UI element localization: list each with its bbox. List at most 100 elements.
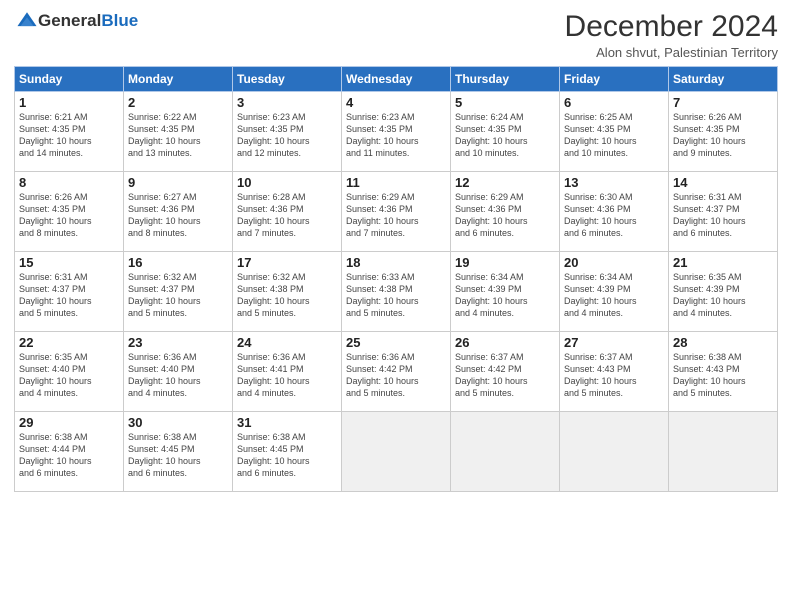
table-row: 20Sunrise: 6:34 AMSunset: 4:39 PMDayligh… [560, 252, 669, 332]
day-number: 25 [346, 335, 446, 350]
header-wednesday: Wednesday [342, 67, 451, 92]
table-row: 24Sunrise: 6:36 AMSunset: 4:41 PMDayligh… [233, 332, 342, 412]
table-row: 25Sunrise: 6:36 AMSunset: 4:42 PMDayligh… [342, 332, 451, 412]
day-info: Sunrise: 6:23 AMSunset: 4:35 PMDaylight:… [237, 111, 337, 160]
day-info: Sunrise: 6:24 AMSunset: 4:35 PMDaylight:… [455, 111, 555, 160]
table-row: 29Sunrise: 6:38 AMSunset: 4:44 PMDayligh… [15, 412, 124, 492]
day-info: Sunrise: 6:34 AMSunset: 4:39 PMDaylight:… [564, 271, 664, 320]
day-number: 30 [128, 415, 228, 430]
table-row: 21Sunrise: 6:35 AMSunset: 4:39 PMDayligh… [669, 252, 778, 332]
day-number: 5 [455, 95, 555, 110]
day-info: Sunrise: 6:35 AMSunset: 4:39 PMDaylight:… [673, 271, 773, 320]
table-row: 15Sunrise: 6:31 AMSunset: 4:37 PMDayligh… [15, 252, 124, 332]
day-number: 28 [673, 335, 773, 350]
table-row: 11Sunrise: 6:29 AMSunset: 4:36 PMDayligh… [342, 172, 451, 252]
day-info: Sunrise: 6:27 AMSunset: 4:36 PMDaylight:… [128, 191, 228, 240]
table-row: 8Sunrise: 6:26 AMSunset: 4:35 PMDaylight… [15, 172, 124, 252]
day-info: Sunrise: 6:38 AMSunset: 4:44 PMDaylight:… [19, 431, 119, 480]
table-row [669, 412, 778, 492]
table-row: 23Sunrise: 6:36 AMSunset: 4:40 PMDayligh… [124, 332, 233, 412]
header-thursday: Thursday [451, 67, 560, 92]
table-row: 30Sunrise: 6:38 AMSunset: 4:45 PMDayligh… [124, 412, 233, 492]
table-row: 18Sunrise: 6:33 AMSunset: 4:38 PMDayligh… [342, 252, 451, 332]
calendar-table: Sunday Monday Tuesday Wednesday Thursday… [14, 66, 778, 492]
day-number: 14 [673, 175, 773, 190]
day-info: Sunrise: 6:33 AMSunset: 4:38 PMDaylight:… [346, 271, 446, 320]
day-info: Sunrise: 6:26 AMSunset: 4:35 PMDaylight:… [673, 111, 773, 160]
day-number: 11 [346, 175, 446, 190]
day-info: Sunrise: 6:26 AMSunset: 4:35 PMDaylight:… [19, 191, 119, 240]
table-row: 7Sunrise: 6:26 AMSunset: 4:35 PMDaylight… [669, 92, 778, 172]
header-friday: Friday [560, 67, 669, 92]
day-number: 13 [564, 175, 664, 190]
header-tuesday: Tuesday [233, 67, 342, 92]
table-row: 10Sunrise: 6:28 AMSunset: 4:36 PMDayligh… [233, 172, 342, 252]
table-row [342, 412, 451, 492]
day-number: 15 [19, 255, 119, 270]
day-info: Sunrise: 6:29 AMSunset: 4:36 PMDaylight:… [346, 191, 446, 240]
day-info: Sunrise: 6:38 AMSunset: 4:45 PMDaylight:… [128, 431, 228, 480]
day-info: Sunrise: 6:22 AMSunset: 4:35 PMDaylight:… [128, 111, 228, 160]
calendar-week-row: 22Sunrise: 6:35 AMSunset: 4:40 PMDayligh… [15, 332, 778, 412]
table-row: 1Sunrise: 6:21 AMSunset: 4:35 PMDaylight… [15, 92, 124, 172]
day-number: 18 [346, 255, 446, 270]
day-info: Sunrise: 6:31 AMSunset: 4:37 PMDaylight:… [673, 191, 773, 240]
day-number: 26 [455, 335, 555, 350]
day-info: Sunrise: 6:25 AMSunset: 4:35 PMDaylight:… [564, 111, 664, 160]
day-number: 19 [455, 255, 555, 270]
calendar-week-row: 8Sunrise: 6:26 AMSunset: 4:35 PMDaylight… [15, 172, 778, 252]
day-info: Sunrise: 6:34 AMSunset: 4:39 PMDaylight:… [455, 271, 555, 320]
logo-text: GeneralBlue [38, 12, 138, 31]
day-info: Sunrise: 6:31 AMSunset: 4:37 PMDaylight:… [19, 271, 119, 320]
table-row: 31Sunrise: 6:38 AMSunset: 4:45 PMDayligh… [233, 412, 342, 492]
location-title: Alon shvut, Palestinian Territory [565, 45, 778, 60]
table-row: 14Sunrise: 6:31 AMSunset: 4:37 PMDayligh… [669, 172, 778, 252]
table-row: 28Sunrise: 6:38 AMSunset: 4:43 PMDayligh… [669, 332, 778, 412]
day-info: Sunrise: 6:38 AMSunset: 4:43 PMDaylight:… [673, 351, 773, 400]
day-number: 24 [237, 335, 337, 350]
day-number: 31 [237, 415, 337, 430]
day-number: 2 [128, 95, 228, 110]
table-row: 4Sunrise: 6:23 AMSunset: 4:35 PMDaylight… [342, 92, 451, 172]
day-info: Sunrise: 6:36 AMSunset: 4:42 PMDaylight:… [346, 351, 446, 400]
day-info: Sunrise: 6:32 AMSunset: 4:37 PMDaylight:… [128, 271, 228, 320]
header: GeneralBlue December 2024 Alon shvut, Pa… [14, 10, 778, 60]
table-row: 5Sunrise: 6:24 AMSunset: 4:35 PMDaylight… [451, 92, 560, 172]
logo-blue: Blue [101, 11, 138, 30]
calendar-week-row: 1Sunrise: 6:21 AMSunset: 4:35 PMDaylight… [15, 92, 778, 172]
calendar-page: GeneralBlue December 2024 Alon shvut, Pa… [0, 0, 792, 612]
day-number: 12 [455, 175, 555, 190]
table-row [560, 412, 669, 492]
day-number: 29 [19, 415, 119, 430]
day-number: 1 [19, 95, 119, 110]
day-number: 22 [19, 335, 119, 350]
day-info: Sunrise: 6:23 AMSunset: 4:35 PMDaylight:… [346, 111, 446, 160]
table-row: 16Sunrise: 6:32 AMSunset: 4:37 PMDayligh… [124, 252, 233, 332]
header-sunday: Sunday [15, 67, 124, 92]
table-row: 17Sunrise: 6:32 AMSunset: 4:38 PMDayligh… [233, 252, 342, 332]
day-info: Sunrise: 6:36 AMSunset: 4:40 PMDaylight:… [128, 351, 228, 400]
table-row: 6Sunrise: 6:25 AMSunset: 4:35 PMDaylight… [560, 92, 669, 172]
day-number: 9 [128, 175, 228, 190]
day-info: Sunrise: 6:29 AMSunset: 4:36 PMDaylight:… [455, 191, 555, 240]
day-info: Sunrise: 6:28 AMSunset: 4:36 PMDaylight:… [237, 191, 337, 240]
day-number: 16 [128, 255, 228, 270]
day-number: 8 [19, 175, 119, 190]
calendar-week-row: 15Sunrise: 6:31 AMSunset: 4:37 PMDayligh… [15, 252, 778, 332]
table-row: 22Sunrise: 6:35 AMSunset: 4:40 PMDayligh… [15, 332, 124, 412]
logo-area: GeneralBlue [14, 10, 138, 32]
day-number: 6 [564, 95, 664, 110]
calendar-week-row: 29Sunrise: 6:38 AMSunset: 4:44 PMDayligh… [15, 412, 778, 492]
day-info: Sunrise: 6:21 AMSunset: 4:35 PMDaylight:… [19, 111, 119, 160]
day-info: Sunrise: 6:36 AMSunset: 4:41 PMDaylight:… [237, 351, 337, 400]
table-row: 3Sunrise: 6:23 AMSunset: 4:35 PMDaylight… [233, 92, 342, 172]
day-number: 17 [237, 255, 337, 270]
day-number: 20 [564, 255, 664, 270]
day-info: Sunrise: 6:30 AMSunset: 4:36 PMDaylight:… [564, 191, 664, 240]
table-row: 13Sunrise: 6:30 AMSunset: 4:36 PMDayligh… [560, 172, 669, 252]
table-row: 26Sunrise: 6:37 AMSunset: 4:42 PMDayligh… [451, 332, 560, 412]
day-number: 3 [237, 95, 337, 110]
day-number: 10 [237, 175, 337, 190]
day-info: Sunrise: 6:32 AMSunset: 4:38 PMDaylight:… [237, 271, 337, 320]
table-row: 19Sunrise: 6:34 AMSunset: 4:39 PMDayligh… [451, 252, 560, 332]
